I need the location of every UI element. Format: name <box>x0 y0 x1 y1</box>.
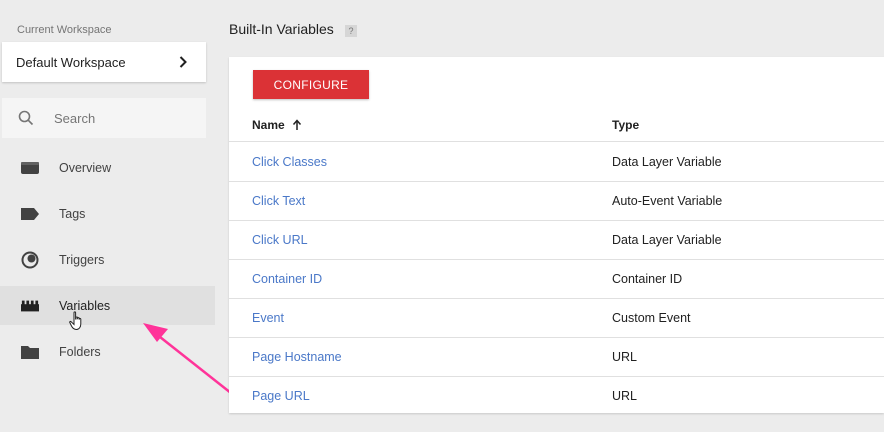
table-row: Page URL URL <box>229 377 884 416</box>
table-row: Page Hostname URL <box>229 338 884 377</box>
configure-button[interactable]: CONFIGURE <box>253 70 369 99</box>
variable-name-link[interactable]: Click Text <box>252 194 305 208</box>
variable-type: Data Layer Variable <box>612 233 722 247</box>
sidebar-item-label: Overview <box>59 160 112 175</box>
table-row: Click URL Data Layer Variable <box>229 221 884 260</box>
arrow-up-icon <box>292 119 301 130</box>
variable-type: Auto-Event Variable <box>612 194 723 208</box>
variable-name-link[interactable]: Page URL <box>252 389 310 403</box>
sidebar-item-label: Tags <box>59 206 86 221</box>
variable-name-link[interactable]: Page Hostname <box>252 350 342 364</box>
variable-name-link[interactable]: Event <box>252 311 284 325</box>
search-box[interactable] <box>2 98 206 138</box>
workspace-selector[interactable]: Default Workspace <box>2 42 206 82</box>
folder-icon <box>21 343 39 361</box>
table-row: Click Classes Data Layer Variable <box>229 143 884 182</box>
workspace-label: Current Workspace <box>17 24 112 36</box>
sidebar-item-tags[interactable]: Tags <box>0 194 215 233</box>
sidebar-item-overview[interactable]: Overview <box>0 148 215 187</box>
search-icon <box>18 110 34 126</box>
help-icon[interactable]: ? <box>345 25 357 37</box>
tag-icon <box>21 205 39 223</box>
variable-name-link[interactable]: Container ID <box>252 272 322 286</box>
sidebar-item-label: Folders <box>59 344 101 359</box>
sidebar-item-folders[interactable]: Folders <box>0 332 215 371</box>
variable-type: Container ID <box>612 272 683 286</box>
chevron-right-icon <box>179 56 187 68</box>
page-title: Built-In Variables <box>229 21 334 37</box>
sidebar-item-label: Triggers <box>59 252 105 267</box>
table-row: Click Text Auto-Event Variable <box>229 182 884 221</box>
table-row: Event Custom Event <box>229 299 884 338</box>
workspace-name: Default Workspace <box>16 54 126 70</box>
variable-type: Data Layer Variable <box>612 155 722 169</box>
table-header: Name Type <box>229 112 884 142</box>
sidebar-item-triggers[interactable]: Triggers <box>0 240 215 279</box>
column-header-name[interactable]: Name <box>252 118 303 132</box>
sidebar: Current Workspace Default Workspace Over… <box>0 0 215 432</box>
table-row: Container ID Container ID <box>229 260 884 299</box>
variable-name-link[interactable]: Click URL <box>252 233 308 247</box>
sidebar-item-variables[interactable]: Variables <box>0 286 215 325</box>
variables-card: CONFIGURE Name Type Click Classes Data L… <box>229 57 884 413</box>
sidebar-nav: Overview Tags Triggers Variables Folders <box>0 148 215 378</box>
variables-icon <box>21 297 39 315</box>
column-header-name-label: Name <box>252 118 285 132</box>
variable-name-link[interactable]: Click Classes <box>252 155 327 169</box>
variable-type: URL <box>612 350 638 364</box>
column-header-type: Type <box>612 118 640 132</box>
variable-type: URL <box>612 389 638 403</box>
hand-cursor-icon <box>69 311 82 331</box>
variable-type: Custom Event <box>612 311 691 325</box>
overview-icon <box>21 159 39 177</box>
search-input[interactable] <box>54 110 194 126</box>
trigger-icon <box>21 251 39 269</box>
